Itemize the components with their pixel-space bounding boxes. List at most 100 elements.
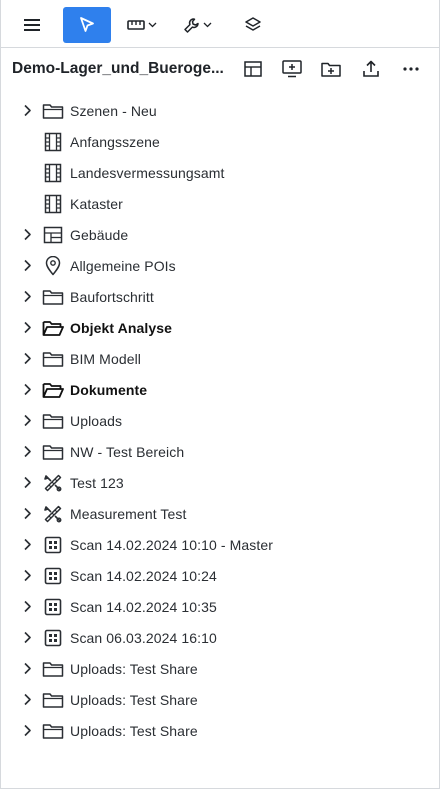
- tree-item-label: Szenen - Neu: [70, 102, 157, 119]
- tree-item-label: Uploads: Test Share: [70, 660, 198, 677]
- scan-grid-icon: [42, 566, 64, 586]
- wrench-icon: [183, 17, 199, 33]
- tree-item-label: Scan 14.02.2024 10:35: [70, 598, 217, 615]
- tree-item-label: BIM Modell: [70, 350, 142, 367]
- tree-item[interactable]: Scan 06.03.2024 16:10: [1, 622, 439, 653]
- tree-item-label: Uploads: [70, 412, 123, 429]
- measure-tool-dropdown[interactable]: [123, 7, 161, 43]
- tree-item[interactable]: Scan 14.02.2024 10:24: [1, 560, 439, 591]
- tree-item-label: Landesvermessungsamt: [70, 164, 225, 181]
- top-toolbar: [1, 0, 439, 48]
- layers-icon: [245, 17, 261, 31]
- scan-grid-icon: [42, 628, 64, 648]
- folder-icon: [42, 690, 64, 710]
- film-strip-icon: [42, 163, 64, 183]
- chevron-right-icon[interactable]: [20, 259, 34, 273]
- chevron-right-icon[interactable]: [20, 321, 34, 335]
- project-header: Demo-Lager_und_Bueroge...: [1, 49, 439, 91]
- tree-item[interactable]: NW - Test Bereich: [1, 436, 439, 467]
- new-folder-button[interactable]: [318, 57, 344, 81]
- tree-item[interactable]: Anfangsszene: [1, 126, 439, 157]
- tree-item-label: Allgemeine POIs: [70, 257, 176, 274]
- tree-item-label: Scan 06.03.2024 16:10: [70, 629, 217, 646]
- tree-item-label: Objekt Analyse: [70, 319, 173, 336]
- chevron-right-icon[interactable]: [20, 724, 34, 738]
- chevron-right-icon[interactable]: [20, 228, 34, 242]
- chevron-right-icon[interactable]: [20, 569, 34, 583]
- tree-item[interactable]: Landesvermessungsamt: [1, 157, 439, 188]
- map-pin-icon: [42, 255, 64, 276]
- tree-item[interactable]: Szenen - Neu: [1, 95, 439, 126]
- tree-item[interactable]: Scan 14.02.2024 10:35: [1, 591, 439, 622]
- hamburger-menu-icon: [24, 19, 40, 31]
- folder-open-icon: [42, 318, 64, 338]
- tree-item[interactable]: Uploads: Test Share: [1, 653, 439, 684]
- upload-button[interactable]: [358, 57, 384, 81]
- film-strip-icon: [42, 194, 64, 214]
- chevron-right-icon[interactable]: [20, 414, 34, 428]
- more-options-icon: [403, 67, 419, 71]
- tree-item[interactable]: Uploads: [1, 405, 439, 436]
- tree-item[interactable]: Baufortschritt: [1, 281, 439, 312]
- tree-item-label: Gebäude: [70, 226, 129, 243]
- chevron-right-icon[interactable]: [20, 631, 34, 645]
- menu-button[interactable]: [13, 7, 51, 43]
- layout-icon: [244, 61, 262, 77]
- tree-item[interactable]: Test 123: [1, 467, 439, 498]
- add-screen-icon: [282, 60, 302, 78]
- tree-item-label: Test 123: [70, 474, 124, 491]
- chevron-right-icon[interactable]: [20, 693, 34, 707]
- chevron-right-icon[interactable]: [20, 290, 34, 304]
- tree-item-label: Scan 14.02.2024 10:24: [70, 567, 217, 584]
- tree-item[interactable]: BIM Modell: [1, 343, 439, 374]
- tree-item-label: Uploads: Test Share: [70, 691, 198, 708]
- chevron-right-icon[interactable]: [20, 352, 34, 366]
- chevron-right-icon[interactable]: [20, 476, 34, 490]
- tree-item[interactable]: Measurement Test: [1, 498, 439, 529]
- tree-item-label: Dokumente: [70, 381, 148, 398]
- building-layout-icon: [42, 225, 64, 245]
- tree-item[interactable]: Dokumente: [1, 374, 439, 405]
- tree-item[interactable]: Kataster: [1, 188, 439, 219]
- layout-button[interactable]: [240, 57, 266, 81]
- tree-item[interactable]: Scan 14.02.2024 10:10 - Master: [1, 529, 439, 560]
- tree-item-label: NW - Test Bereich: [70, 443, 185, 460]
- chevron-right-icon[interactable]: [20, 445, 34, 459]
- tree-item[interactable]: Objekt Analyse: [1, 312, 439, 343]
- tree-item-label: Measurement Test: [70, 505, 187, 522]
- tree-item[interactable]: Gebäude: [1, 219, 439, 250]
- chevron-down-icon: [148, 22, 157, 28]
- chevron-right-icon[interactable]: [20, 507, 34, 521]
- measure-tools-icon: [42, 504, 64, 524]
- folder-icon: [42, 721, 64, 741]
- tree-item[interactable]: Uploads: Test Share: [1, 684, 439, 715]
- new-folder-icon: [321, 62, 341, 77]
- scan-grid-icon: [42, 597, 64, 617]
- cursor-arrow-icon: [80, 17, 94, 32]
- film-strip-icon: [42, 132, 64, 152]
- chevron-right-icon[interactable]: [20, 383, 34, 397]
- chevron-right-icon[interactable]: [20, 600, 34, 614]
- folder-icon: [42, 411, 64, 431]
- chevron-right-icon[interactable]: [20, 104, 34, 118]
- folder-icon: [42, 101, 64, 121]
- tree-item-label: Anfangsszene: [70, 133, 160, 150]
- scene-tree-panel: Demo-Lager_und_Bueroge... Szenen - Neu A…: [0, 0, 440, 789]
- layers-button[interactable]: [237, 7, 269, 43]
- measure-tools-icon: [42, 473, 64, 493]
- select-tool-button[interactable]: [63, 7, 111, 43]
- tree-item[interactable]: Uploads: Test Share: [1, 715, 439, 746]
- chevron-right-icon[interactable]: [20, 662, 34, 676]
- more-options-button[interactable]: [398, 57, 424, 81]
- ruler-icon: [127, 20, 145, 30]
- tools-dropdown[interactable]: [179, 7, 215, 43]
- folder-icon: [42, 349, 64, 369]
- tree-item-label: Kataster: [70, 195, 123, 212]
- folder-icon: [42, 442, 64, 462]
- chevron-right-icon[interactable]: [20, 538, 34, 552]
- add-screen-button[interactable]: [279, 57, 305, 81]
- scan-grid-icon: [42, 535, 64, 555]
- tree-item[interactable]: Allgemeine POIs: [1, 250, 439, 281]
- upload-icon: [363, 60, 379, 77]
- chevron-down-icon: [203, 22, 211, 28]
